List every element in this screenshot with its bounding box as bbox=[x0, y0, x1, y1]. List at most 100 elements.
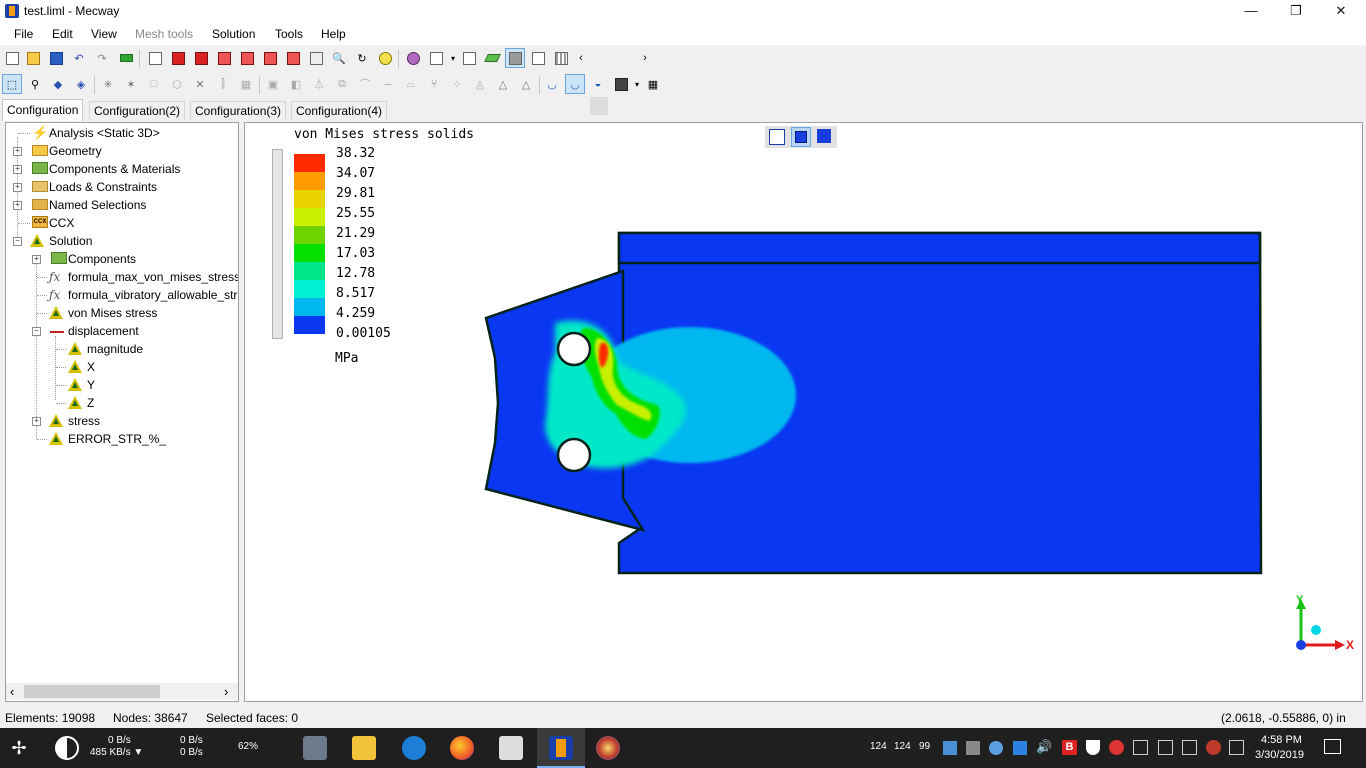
tree-item-magnitude[interactable]: magnitude bbox=[6, 340, 238, 358]
menu-tools[interactable]: Tools bbox=[275, 27, 303, 41]
tray-keyboard-icon[interactable] bbox=[1229, 740, 1244, 755]
tray-cluster-icon[interactable] bbox=[1206, 740, 1221, 755]
display-surface-icon[interactable] bbox=[460, 49, 478, 67]
undo-icon[interactable]: ↶ bbox=[70, 49, 88, 67]
model-viewport[interactable]: von Mises stress solids 38.32 34.07 29.8… bbox=[244, 122, 1363, 702]
deform-scale-icon[interactable]: ◡ bbox=[565, 74, 585, 94]
toolbar-scroll-left-icon[interactable]: ‹ bbox=[572, 49, 590, 67]
split-icon[interactable]: ⫿ bbox=[214, 75, 232, 93]
restore-button[interactable]: ❐ bbox=[1273, 0, 1319, 23]
inkscape-icon[interactable] bbox=[499, 736, 523, 760]
select-icon[interactable]: ⬚ bbox=[2, 74, 22, 94]
paint-icon[interactable] bbox=[596, 736, 620, 760]
expand-icon[interactable]: + bbox=[13, 183, 22, 192]
start-fan-icon[interactable]: ✢ bbox=[4, 738, 34, 758]
tray-network-icon[interactable] bbox=[989, 741, 1003, 755]
wireframe-view-icon[interactable] bbox=[529, 49, 547, 67]
firefox-icon[interactable] bbox=[450, 736, 474, 760]
tree-item-components[interactable]: + Components bbox=[6, 250, 238, 268]
select-element-icon[interactable]: ◈ bbox=[72, 75, 90, 93]
tray-bitdefender-icon[interactable]: B bbox=[1062, 740, 1077, 755]
menu-file[interactable]: File bbox=[14, 27, 33, 41]
tray-shield-icon[interactable] bbox=[1086, 740, 1100, 755]
view-iso-icon[interactable] bbox=[146, 49, 164, 67]
close-button[interactable]: ✕ bbox=[1318, 0, 1364, 23]
menu-view[interactable]: View bbox=[91, 27, 117, 41]
tree-item-components-materials[interactable]: + Components & Materials bbox=[6, 160, 238, 178]
menu-help[interactable]: Help bbox=[321, 27, 346, 41]
tree-item-displacement[interactable]: − displacement bbox=[6, 322, 238, 340]
tab-configuration-2[interactable]: Configuration(2) bbox=[89, 101, 186, 120]
redo-icon[interactable]: ↷ bbox=[93, 49, 111, 67]
fea-model[interactable] bbox=[245, 123, 1362, 701]
star-icon[interactable]: ✶ bbox=[122, 75, 140, 93]
fillet-icon[interactable]: ⌒ bbox=[356, 75, 374, 93]
volume-icon[interactable]: 🔊 bbox=[1036, 739, 1052, 755]
refine-icon[interactable]: ▦ bbox=[237, 75, 255, 93]
tree-item-von-mises-stress[interactable]: von Mises stress bbox=[6, 304, 238, 322]
menu-mesh-tools[interactable]: Mesh tools bbox=[135, 27, 193, 41]
solid-view-icon[interactable] bbox=[505, 48, 525, 68]
select-face-icon[interactable]: ◆ bbox=[49, 75, 67, 93]
scroll-left-icon[interactable]: ‹ bbox=[10, 684, 14, 699]
tree-item-error-str[interactable]: ERROR_STR_%_ bbox=[6, 430, 238, 448]
clock-date[interactable]: 3/30/2019 bbox=[1255, 749, 1304, 761]
extrude-icon[interactable]: ▣ bbox=[264, 75, 282, 93]
expand-icon[interactable]: + bbox=[13, 165, 22, 174]
tree-item-loads-constraints[interactable]: + Loads & Constraints bbox=[6, 178, 238, 196]
view-back-icon[interactable] bbox=[192, 49, 210, 67]
tree-item-geometry[interactable]: + Geometry bbox=[6, 142, 238, 160]
tree-item-named-selections[interactable]: + Named Selections bbox=[6, 196, 238, 214]
tree-item-solution[interactable]: − Solution bbox=[6, 232, 238, 250]
scrollbar-thumb[interactable] bbox=[24, 685, 160, 698]
sweep-icon[interactable]: ∽ bbox=[379, 75, 397, 93]
loft-icon[interactable]: ⌓ bbox=[402, 75, 420, 93]
tree-item-z[interactable]: Z bbox=[6, 394, 238, 412]
minimize-button[interactable]: — bbox=[1228, 0, 1274, 23]
tray-monitor-icon[interactable] bbox=[966, 741, 980, 755]
hidden-box-icon[interactable]: ⬡ bbox=[168, 75, 186, 93]
view-front-icon[interactable] bbox=[169, 49, 187, 67]
edge-browser-icon[interactable] bbox=[402, 736, 426, 760]
night-mode-icon[interactable] bbox=[55, 736, 79, 760]
expand-icon[interactable]: + bbox=[32, 255, 41, 264]
clock-time[interactable]: 4:58 PM bbox=[1261, 734, 1302, 746]
tree-item-formula-max-von-mises[interactable]: ƒx formula_max_von_mises_stress_ bbox=[6, 268, 238, 286]
toolbar-scroll-right-icon[interactable]: › bbox=[636, 49, 654, 67]
cross-icon[interactable]: ✕ bbox=[191, 75, 209, 93]
tray-device-icon[interactable] bbox=[1182, 740, 1197, 755]
menu-edit[interactable]: Edit bbox=[52, 27, 73, 41]
notification-center-icon[interactable] bbox=[1324, 739, 1341, 754]
triangle-mesh-icon[interactable]: ◬ bbox=[471, 75, 489, 93]
zoom-icon[interactable]: 🔍 bbox=[330, 49, 348, 67]
tree-item-x[interactable]: X bbox=[6, 358, 238, 376]
triangle-outline-icon[interactable]: △ bbox=[517, 75, 535, 93]
tray-app-icon[interactable] bbox=[943, 741, 957, 755]
show-hide-icon[interactable] bbox=[404, 49, 422, 67]
triangle-mesh-2-icon[interactable]: △ bbox=[494, 75, 512, 93]
tab-configuration[interactable]: Configuration bbox=[2, 99, 84, 121]
expand-icon[interactable]: + bbox=[32, 417, 41, 426]
mesh-view-icon[interactable] bbox=[552, 49, 570, 67]
view-bottom-icon[interactable] bbox=[284, 49, 302, 67]
select-node-icon[interactable]: ⚲ bbox=[26, 75, 44, 93]
tray-word-icon[interactable] bbox=[1013, 741, 1027, 755]
collapse-icon[interactable]: − bbox=[13, 237, 22, 246]
green-surface-icon[interactable] bbox=[483, 49, 501, 67]
explode-icon[interactable]: ✳ bbox=[99, 75, 117, 93]
branch-icon[interactable]: ⑂ bbox=[425, 75, 443, 93]
menu-solution[interactable]: Solution bbox=[212, 27, 255, 41]
tray-monitor-2-icon[interactable] bbox=[1158, 740, 1173, 755]
fit-icon[interactable] bbox=[376, 49, 394, 67]
view-right-icon[interactable] bbox=[238, 49, 256, 67]
task-manager-icon[interactable] bbox=[303, 736, 327, 760]
scatter-icon[interactable]: ⁘ bbox=[448, 75, 466, 93]
tray-red-app-icon[interactable] bbox=[1109, 740, 1124, 755]
tree-item-stress[interactable]: + stress bbox=[6, 412, 238, 430]
open-folder-icon[interactable] bbox=[24, 49, 42, 67]
zoom-box-icon[interactable] bbox=[307, 49, 325, 67]
tree-item-ccx[interactable]: CCX CCX bbox=[6, 214, 238, 232]
copy-icon[interactable]: ⧉ bbox=[333, 75, 351, 93]
file-explorer-icon[interactable] bbox=[352, 736, 376, 760]
box-icon[interactable]: □ bbox=[145, 75, 163, 93]
